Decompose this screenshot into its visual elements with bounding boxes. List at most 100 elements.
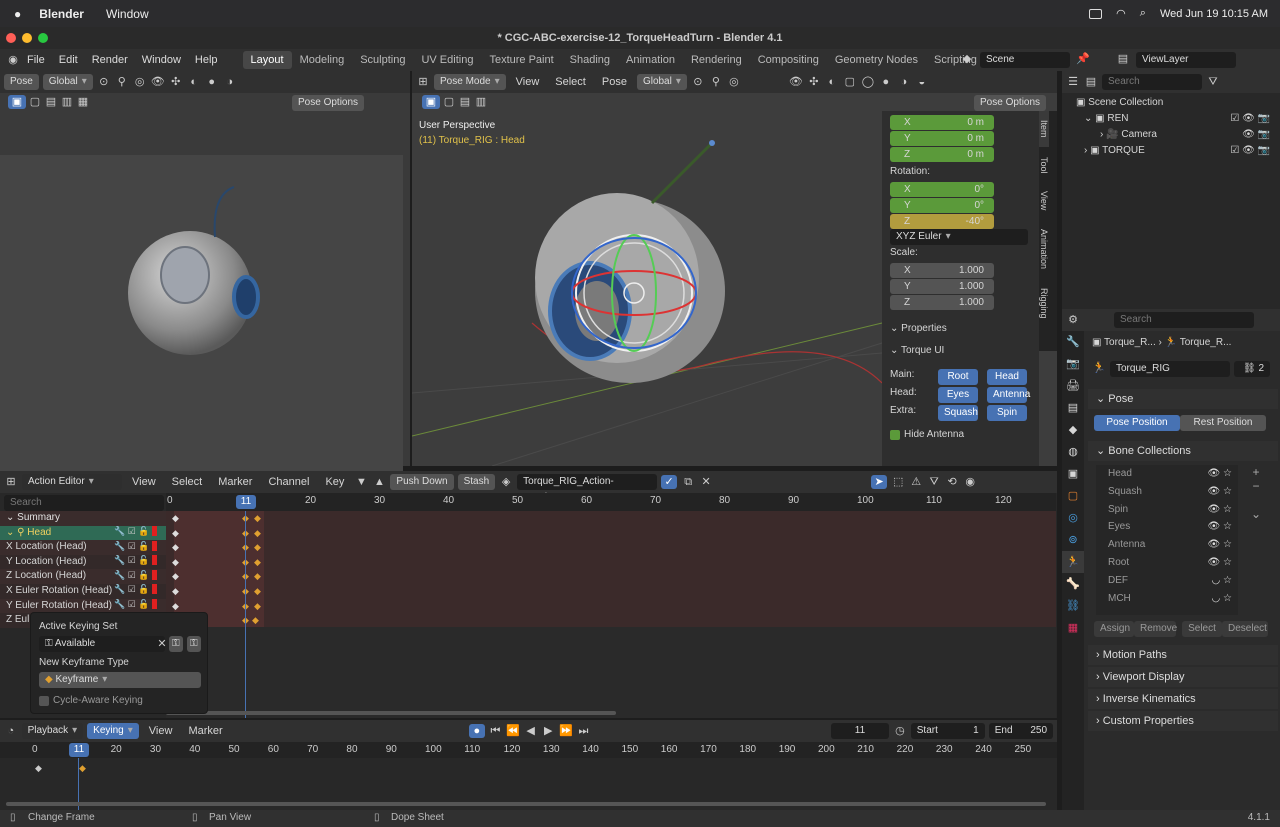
snap-icon[interactable]: ⚲ [115,75,129,89]
main-xray-icon[interactable]: ▢ [843,75,857,89]
head-button[interactable]: Head [987,369,1027,385]
dope-menu-view[interactable]: View [126,476,162,488]
show-hidden-icon[interactable]: ⬚ [891,475,905,489]
bone-constraint-tab-icon[interactable]: ⛓ [1062,595,1084,617]
deselect-button[interactable]: Deselect [1222,621,1268,637]
bone-collection-visibility-icon[interactable]: 👁 ☆ [1208,536,1232,554]
cycle-aware-checkbox[interactable]: Cycle-Aware Keying [39,695,143,706]
current-frame-field[interactable]: 11 [830,723,890,739]
scene-tab-icon[interactable]: ◆ [1062,419,1084,441]
select-mode-extend-icon[interactable]: ▤ [44,95,58,109]
jump-end-icon[interactable]: ⏭ [577,724,591,738]
left-pose-options-button[interactable]: Pose Options [292,95,365,111]
properties-panel-toggle[interactable]: ⌄ Properties [890,323,947,334]
play-reverse-icon[interactable]: ◀ [524,724,538,738]
filter-up-icon[interactable]: ▲ [372,475,386,489]
main-viewport[interactable]: User Perspective (11) Torque_RIG : Head … [412,93,1057,466]
outliner-collection-ren[interactable]: ⌄ ▣ REN ☑ 👁 📷 [1084,111,1274,127]
main-orientation-dropdown[interactable]: Global [636,74,687,90]
auto-snap-icon[interactable]: ⟲ [945,475,959,489]
tab-uv-editing[interactable]: UV Editing [413,51,481,69]
bone-collection-row[interactable]: Antenna 👁 ☆ [1096,536,1238,554]
left-orientation-dropdown[interactable]: Global [42,74,93,90]
maximize-window-icon[interactable] [38,33,48,43]
main-menu-select[interactable]: Select [549,76,592,88]
play-icon[interactable]: ▶ [541,724,555,738]
inverse-kinematics-panel[interactable]: › Inverse Kinematics [1088,689,1278,709]
tab-rigging[interactable]: Rigging [1039,279,1049,327]
shading-material-icon[interactable]: ◑ [223,75,237,89]
start-frame-field[interactable]: Start 1 [910,723,985,739]
location-x-field[interactable]: X 0 m [890,115,994,130]
main-pose-options-button[interactable]: Pose Options [974,95,1047,111]
main-material-icon[interactable]: ◑ [897,75,911,89]
tab-rendering[interactable]: Rendering [683,51,750,69]
clock[interactable]: Wed Jun 19 10:15 AM [1160,8,1268,20]
dope-keyframe[interactable]: ◆ [254,586,261,597]
dope-keyframe[interactable]: ◆ [254,528,261,539]
pivot-icon[interactable]: ⊙ [97,75,111,89]
armature-name-field[interactable]: Torque_RIG [1110,361,1230,377]
channel-toggle-row[interactable]: 🔧 ☑ 🔓 ■ [114,584,166,599]
view-layer-tab-icon[interactable]: ▤ [1062,397,1084,419]
stash-button[interactable]: Stash [457,474,496,490]
main-wireframe-icon[interactable]: ◯ [861,75,875,89]
main-select-extend-icon[interactable]: ▤ [458,95,472,109]
wifi-icon[interactable]: ◠ [1116,7,1126,20]
timeline-menu-view[interactable]: View [143,725,179,737]
main-pivot-icon[interactable]: ⊙ [691,75,705,89]
tab-animation[interactable]: Animation [618,51,683,69]
output-tab-icon[interactable]: 🖨 [1062,375,1084,397]
tab-sculpting[interactable]: Sculpting [352,51,413,69]
menu-edit[interactable]: Edit [52,54,85,66]
main-menu-pose[interactable]: Pose [596,76,633,88]
pose-position-button[interactable]: Pose Position [1094,415,1180,431]
dope-menu-marker[interactable]: Marker [212,476,258,488]
properties-editor-icon[interactable]: ⚙ [1066,313,1080,327]
tab-view[interactable]: View [1039,183,1049,219]
only-selected-icon[interactable]: ➤ [871,475,888,489]
breadcrumb-object[interactable]: Torque_R... [1104,337,1156,348]
select-box-icon[interactable]: ▣ [8,95,26,109]
left-mode-dropdown[interactable]: Pose [4,74,39,90]
dope-keyframe[interactable]: ◆ [172,528,179,539]
channel-toggle-row[interactable]: 🔧 ☑ 🔓 ■ [114,555,166,570]
rotation-y-field[interactable]: Y 0° [890,198,994,213]
keyframe-area-empty[interactable] [166,627,1056,718]
main-visibility-icon[interactable]: 👁 [789,75,803,89]
visibility-icons[interactable]: ☑ 👁 📷 [1230,143,1270,159]
rotation-z-field[interactable]: Z -40° [890,214,994,229]
viewlayer-field[interactable]: ViewLayer [1136,52,1236,68]
object-tab-icon[interactable]: ▢ [1062,485,1084,507]
hide-antenna-checkbox[interactable]: Hide Antenna [890,429,964,440]
channel-search[interactable]: Search [4,495,164,511]
scene-field[interactable]: Scene [980,52,1070,68]
gizmo-icon[interactable]: ✣ [169,75,183,89]
timeline-menu-marker[interactable]: Marker [182,725,228,737]
timeline-editor-icon[interactable]: ◔ [4,724,18,738]
duplicate-action-icon[interactable]: ⧉ [681,475,695,489]
constraint-tab-icon[interactable]: ⊚ [1062,529,1084,551]
main-gizmo-icon[interactable]: ✣ [807,75,821,89]
texture-tab-icon[interactable]: ▦ [1062,617,1084,639]
location-y-field[interactable]: Y 0 m [890,131,994,146]
select-mode-invert-icon[interactable]: ▦ [76,95,90,109]
unlink-action-icon[interactable]: ✕ [699,475,713,489]
filter-icon[interactable]: ⛛ [927,475,941,489]
menu-window[interactable]: Window [135,54,188,66]
channel-toggle-row[interactable]: 🔧 ☑ 🔓 ■ [114,540,166,556]
dope-keyframe[interactable]: ◆ [254,557,261,568]
squash-button[interactable]: Squash [938,405,978,421]
render-tab-icon[interactable]: 📷 [1062,353,1084,375]
bone-collection-row[interactable]: Root 👁 ☆ [1096,554,1238,572]
outliner-camera[interactable]: › 🎥 Camera 👁 📷 [1100,127,1274,143]
custom-properties-panel[interactable]: › Custom Properties [1088,711,1278,731]
bone-collection-row[interactable]: Head 👁 ☆ [1096,465,1238,483]
visibility-icons[interactable]: 👁 📷 [1242,127,1270,143]
menu-chevron-icon[interactable]: ⌄ [1246,507,1266,521]
channel-search-input[interactable]: Search [4,495,164,511]
select-mode-new-icon[interactable]: ▢ [28,95,42,109]
tab-animation[interactable]: Animation [1039,219,1049,279]
dope-menu-channel[interactable]: Channel [262,476,315,488]
scale-z-field[interactable]: Z 1.000 [890,295,994,310]
